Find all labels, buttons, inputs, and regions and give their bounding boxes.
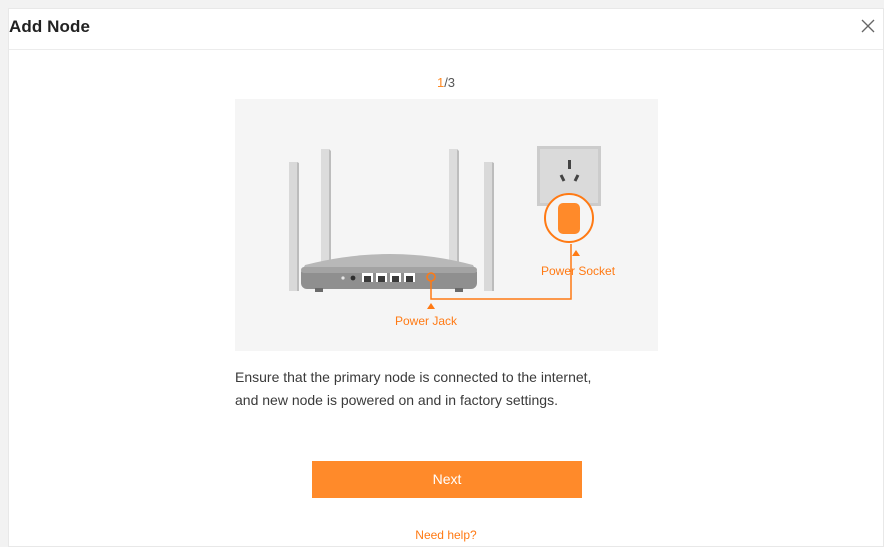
instruction-text: Ensure that the primary node is connecte… [235,366,695,412]
close-icon[interactable] [857,15,879,37]
add-node-dialog: Add Node 1/3 Power Socket Power Jack Ens… [8,8,884,547]
step-total: /3 [444,75,456,90]
need-help-link[interactable]: Need help? [9,528,883,542]
step-indicator: 1/3 [9,75,883,90]
connection-illustration: Power Socket Power Jack [235,99,658,351]
jack-arrow-icon [427,303,435,309]
power-socket-label: Power Socket [541,264,616,278]
power-jack-label: Power Jack [395,314,458,328]
instruction-line-1: Ensure that the primary node is connecte… [235,369,592,385]
socket-arrow-icon [572,250,580,256]
next-button[interactable]: Next [312,461,582,498]
dialog-title: Add Node [9,17,91,36]
router-icon [289,149,494,292]
power-socket-icon [537,146,601,243]
instruction-line-2: and new node is powered on and in factor… [235,392,558,408]
dialog-header: Add Node [9,9,883,50]
